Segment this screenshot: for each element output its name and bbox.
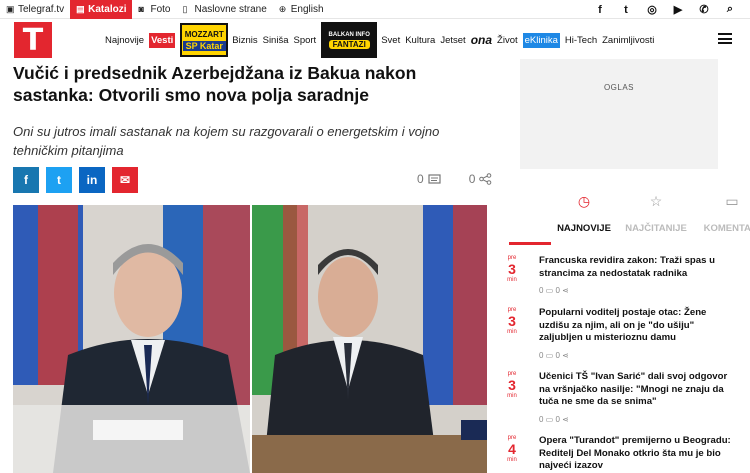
menu-icon[interactable] xyxy=(718,33,732,44)
nav-jetset[interactable]: Jetset xyxy=(440,35,465,46)
nav-vesti[interactable]: Vesti xyxy=(149,32,176,48)
comment-icon[interactable] xyxy=(428,173,441,185)
nav-sinisa[interactable]: Siniša xyxy=(263,35,289,46)
foto-link[interactable]: ◙ Foto xyxy=(132,0,176,19)
social-links: f t ◎ ▶ ✆ ⌕ xyxy=(594,0,736,19)
top-bar: ▣ Telegraf.tv ▤ Katalozi ◙ Foto ▯ Naslovne s… xyxy=(0,0,750,19)
news-title[interactable]: Popularni voditelj postaje otac: Žene uz… xyxy=(539,307,739,345)
article-counters: 0 0 xyxy=(417,172,492,186)
nav-ona[interactable]: ona xyxy=(471,33,492,47)
nav-najnovije[interactable]: Najnovije xyxy=(105,35,144,46)
katalozi-link[interactable]: ▤ Katalozi xyxy=(70,0,133,19)
facebook-icon[interactable]: f xyxy=(594,4,606,16)
share-email-button[interactable]: ✉ xyxy=(112,167,138,193)
ad-placeholder[interactable]: OGLAS xyxy=(520,59,718,169)
share-buttons: f t in ✉ xyxy=(13,167,138,193)
globe-icon: ⊕ xyxy=(278,3,287,14)
nav-svet[interactable]: Svet xyxy=(381,35,400,46)
nav-sport[interactable]: Sport xyxy=(293,35,316,46)
camera-icon: ◙ xyxy=(138,3,144,14)
telegraf-logo[interactable]: T xyxy=(14,22,52,58)
nav-hi-tech[interactable]: Hi-Tech xyxy=(565,35,597,46)
clock-icon: ◷ xyxy=(577,193,591,209)
news-counters: 0 ▭ 0 ⋖ xyxy=(539,286,569,295)
main-nav: Najnovije Vesti MOZZART SP Katar Biznis … xyxy=(105,22,659,58)
active-tab-indicator xyxy=(509,242,551,245)
time-badge: pre 4 min xyxy=(507,435,517,463)
naslovne-strane-link[interactable]: ▯ Naslovne strane xyxy=(177,0,273,19)
time-badge: pre 3 min xyxy=(507,307,517,335)
telegraf-tv-link[interactable]: ▣ Telegraf.tv xyxy=(0,0,70,19)
linkedin-icon: in xyxy=(86,173,98,187)
share-facebook-button[interactable]: f xyxy=(13,167,39,193)
viber-icon[interactable]: ✆ xyxy=(698,3,710,16)
news-title[interactable]: Francuska revidira zakon: Traži spas u s… xyxy=(539,255,739,280)
news-title[interactable]: Opera "Turandot" premijerno u Beogradu: … xyxy=(539,435,739,473)
time-badge: pre 3 min xyxy=(507,371,517,399)
email-icon: ✉ xyxy=(119,173,131,187)
facebook-icon: f xyxy=(24,173,28,187)
comment-count[interactable]: 0 xyxy=(417,172,424,186)
news-title[interactable]: Učenici TŠ "Ivan Sarić" dali svoj odgovo… xyxy=(539,371,739,409)
comment-icon: ▭ xyxy=(725,193,739,209)
nav-eklinika[interactable]: eKlinika xyxy=(522,32,560,48)
youtube-icon[interactable]: ▶ xyxy=(672,3,684,16)
english-link[interactable]: ⊕ English xyxy=(273,0,330,19)
share-icon[interactable] xyxy=(479,173,492,185)
nav-zivot[interactable]: Život xyxy=(497,35,518,46)
twitter-icon: t xyxy=(57,173,61,187)
nav-zanimljivosti[interactable]: Zanimljivosti xyxy=(602,35,654,46)
news-counters: 0 ▭ 0 ⋖ xyxy=(539,415,569,424)
instagram-icon[interactable]: ◎ xyxy=(646,3,658,16)
mozzart-sp-katar-banner[interactable]: MOZZART SP Katar xyxy=(180,23,229,57)
page-icon: ▯ xyxy=(182,3,188,14)
nav-biznis[interactable]: Biznis xyxy=(232,35,257,46)
time-badge: pre 3 min xyxy=(507,255,517,283)
star-icon: ☆ xyxy=(649,193,663,209)
article-lead: Oni su jutros imali sastanak na kojem su… xyxy=(13,124,440,158)
share-twitter-button[interactable]: t xyxy=(46,167,72,193)
search-icon[interactable]: ⌕ xyxy=(724,3,736,16)
article-title: Vučić i predsednik Azerbejdžana iz Bakua… xyxy=(13,63,417,105)
sidebar-tabs: ◷ NAJNOVIJE ☆ NAJČITANIJE ▭ KOMENTARI xyxy=(509,193,750,243)
share-count[interactable]: 0 xyxy=(469,172,476,186)
tv-icon: ▣ xyxy=(6,3,15,14)
share-linkedin-button[interactable]: in xyxy=(79,167,105,193)
catalog-icon: ▤ xyxy=(76,3,85,14)
nav-kultura[interactable]: Kultura xyxy=(405,35,435,46)
article-photo[interactable] xyxy=(13,205,487,473)
balkan-info-fantazi-banner[interactable]: BALKAN INFO FANTAZI xyxy=(321,22,378,58)
news-counters: 0 ▭ 0 ⋖ xyxy=(539,351,569,360)
twitter-icon[interactable]: t xyxy=(620,4,632,16)
